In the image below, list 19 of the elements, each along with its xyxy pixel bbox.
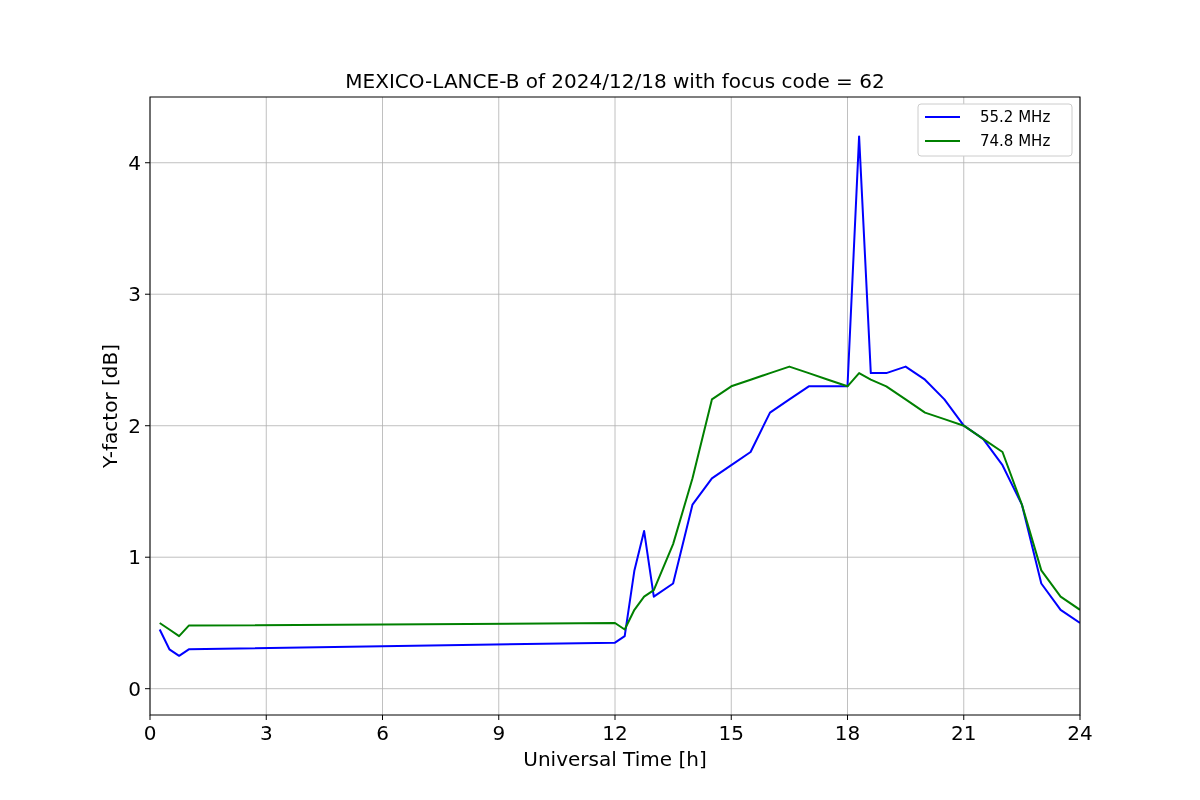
x-tick-label: 6 [376,721,389,745]
y-tick-label: 2 [128,413,141,438]
y-tick-label: 1 [128,545,141,570]
y-tick-label: 4 [128,150,141,175]
x-axis-label: Universal Time [h] [523,747,707,771]
x-tick-label: 9 [492,721,506,745]
x-tick-label: 3 [259,721,273,745]
y-axis-label: Y-factor [dB] [98,344,122,468]
x-tick-label: 12 [602,721,628,745]
x-tick-label: 24 [1067,721,1093,745]
x-tick-label: 15 [718,721,744,745]
legend-label: 55.2 MHz [980,108,1051,126]
x-tick-label: 21 [951,721,977,745]
x-tick-label: 0 [143,721,157,745]
y-tick-label: 0 [128,676,141,701]
legend-label: 74.8 MHz [980,132,1051,150]
y-tick-label: 3 [128,282,141,307]
x-tick-label: 18 [834,721,861,745]
chart-title: MEXICO-LANCE-B of 2024/12/18 with focus code = 62 [345,69,885,93]
